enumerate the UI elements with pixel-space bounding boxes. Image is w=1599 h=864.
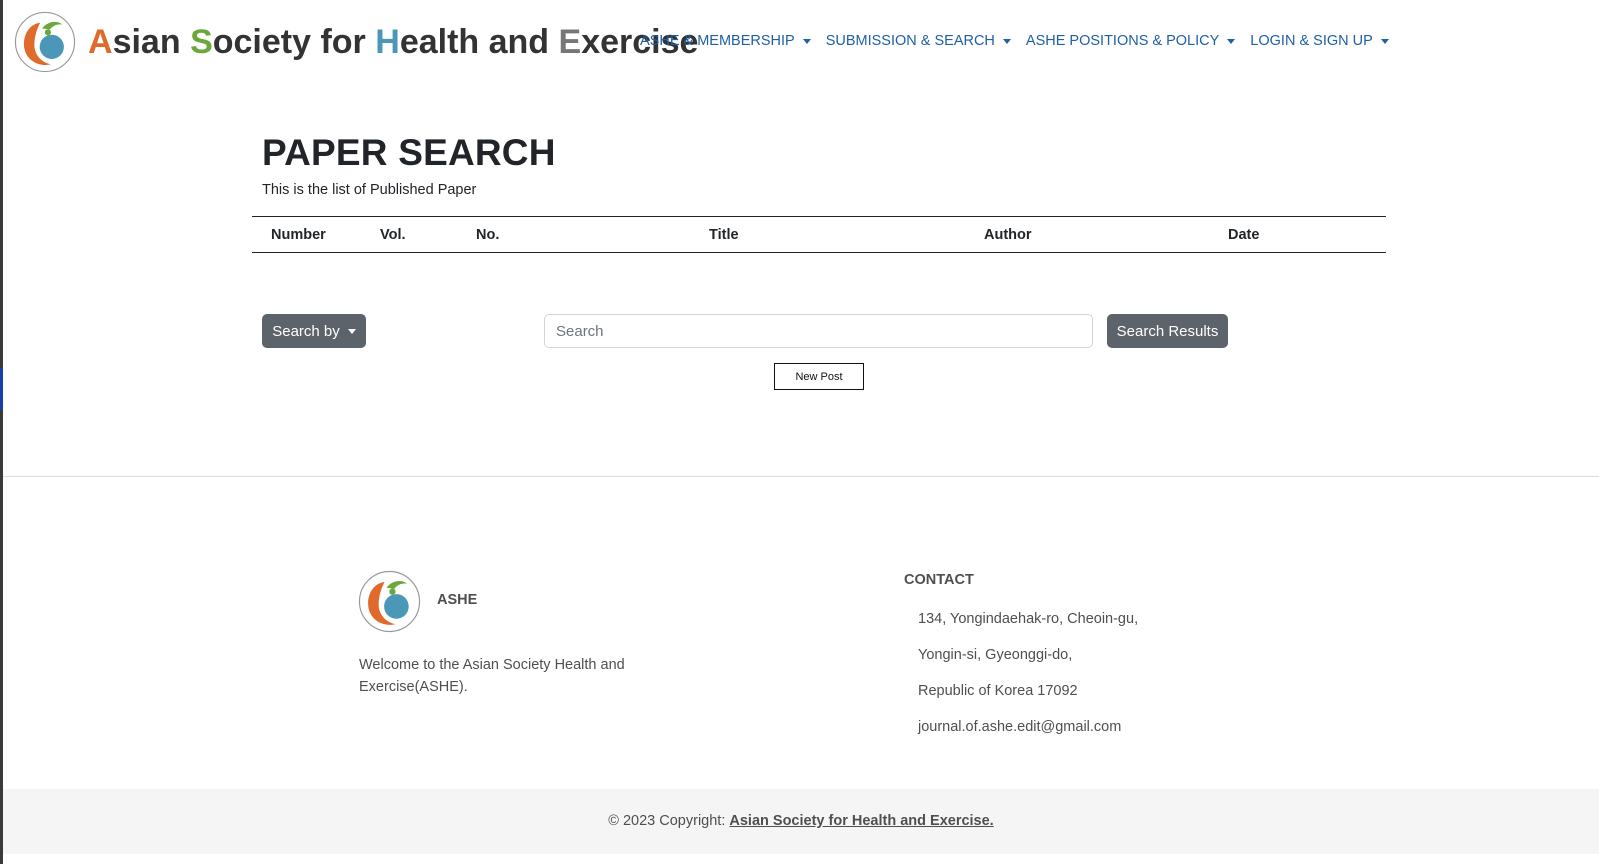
column-header-no: No. <box>476 227 500 243</box>
caret-down-icon <box>802 38 811 44</box>
footer-brand-name: ASHE <box>437 592 478 608</box>
column-header-date: Date <box>1228 227 1260 243</box>
paper-table-header: Number Vol. No. Title Author Date <box>252 216 1386 253</box>
contact-heading: CONTACT <box>904 572 974 588</box>
footer-welcome-text: Welcome to the Asian Society Health and … <box>359 657 625 695</box>
contact-address-line-2: Yongin-si, Gyeonggi-do, <box>918 647 1073 663</box>
window-edge-marker <box>0 368 3 410</box>
site-title-word: sian <box>112 23 181 61</box>
ashe-logo-icon <box>358 570 421 633</box>
site-title-word: ociety for <box>212 23 366 61</box>
site-title-initial-e: E <box>558 23 582 61</box>
window-edge <box>0 0 3 864</box>
site-title-initial-a: A <box>88 23 113 61</box>
copyright-text: © 2023 Copyright: Asian Society for Heal… <box>3 813 1599 829</box>
nav-label: ASHE & MEMBERSHIP <box>640 33 795 49</box>
copyright-prefix: © 2023 Copyright: <box>608 813 726 829</box>
new-post-button[interactable]: New Post <box>774 363 864 390</box>
search-input[interactable] <box>544 314 1093 348</box>
site-title-initial-s: S <box>190 23 213 61</box>
contact-address-line-3: Republic of Korea 17092 <box>918 683 1078 699</box>
column-header-author: Author <box>984 227 1032 243</box>
copyright-bar: © 2023 Copyright: Asian Society for Heal… <box>3 789 1599 854</box>
site-title-initial-h: H <box>375 23 400 61</box>
search-by-dropdown[interactable]: Search by <box>262 314 366 348</box>
caret-down-icon <box>1002 38 1011 44</box>
copyright-link[interactable]: Asian Society for Health and Exercise. <box>729 813 993 829</box>
column-header-title: Title <box>709 227 739 243</box>
page-title: PAPER SEARCH <box>262 132 556 173</box>
nav-label: SUBMISSION & SEARCH <box>825 33 995 49</box>
footer-divider <box>3 476 1599 477</box>
nav-login-signup[interactable]: LOGIN & SIGN UP <box>1250 33 1389 49</box>
brand-link[interactable]: Asian Society for Health and Exercise <box>14 11 698 73</box>
contact-address-line-1: 134, Yongindaehak-ro, Cheoin-gu, <box>918 611 1139 627</box>
caret-down-icon <box>1227 38 1236 44</box>
search-by-label: Search by <box>272 322 340 340</box>
nav-ashe-positions-policy[interactable]: ASHE POSITIONS & POLICY <box>1025 33 1236 49</box>
nav-ashe-membership[interactable]: ASHE & MEMBERSHIP <box>640 33 811 49</box>
page-subtitle: This is the list of Published Paper <box>262 182 477 198</box>
navbar: Asian Society for Health and Exercise AS… <box>0 0 1599 84</box>
site-title-word: ealth and <box>399 23 550 61</box>
column-header-number: Number <box>271 227 326 243</box>
caret-down-icon <box>1380 38 1389 44</box>
contact-email: journal.of.ashe.edit@gmail.com <box>918 719 1122 735</box>
nav-label: ASHE POSITIONS & POLICY <box>1025 33 1220 49</box>
nav-submission-search[interactable]: SUBMISSION & SEARCH <box>826 33 1011 49</box>
site-title: Asian Society for Health and Exercise <box>88 25 698 59</box>
caret-down-icon <box>347 328 356 334</box>
main-nav: ASHE & MEMBERSHIP SUBMISSION & SEARCH AS… <box>640 33 1389 49</box>
search-results-button[interactable]: Search Results <box>1107 314 1228 348</box>
column-header-vol: Vol. <box>380 227 406 243</box>
ashe-logo-icon <box>14 11 76 73</box>
nav-label: LOGIN & SIGN UP <box>1250 33 1373 49</box>
